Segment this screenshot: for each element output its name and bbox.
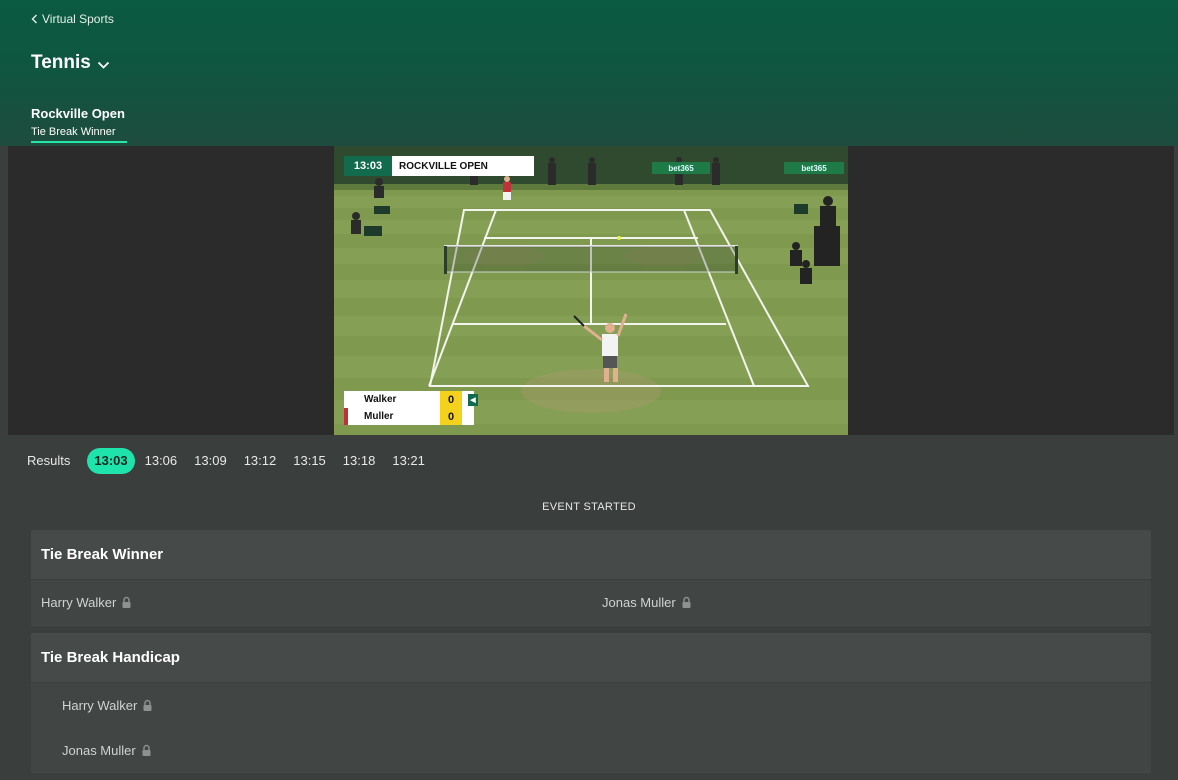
- time-tab[interactable]: 13:18: [336, 448, 383, 474]
- sponsor-board-left: bet365: [652, 162, 710, 174]
- active-tab-indicator: [31, 141, 127, 143]
- video-tournament-label: ROCKVILLE OPEN: [392, 156, 534, 176]
- scoreboard-player-score: 0: [440, 408, 462, 425]
- back-link-label: Virtual Sports: [42, 12, 114, 26]
- scoreboard-player-score: 0: [440, 391, 462, 408]
- video-clock: 13:03: [344, 156, 392, 176]
- chevron-left-icon: [31, 14, 37, 24]
- time-tab-active[interactable]: 13:03: [87, 447, 135, 474]
- lock-icon: [122, 596, 131, 608]
- event-name: Rockville Open: [31, 106, 125, 121]
- lock-icon: [682, 596, 691, 608]
- chevron-down-icon: [97, 61, 109, 69]
- serve-indicator-icon: ◀: [468, 394, 478, 406]
- sport-selector[interactable]: Tennis: [31, 52, 110, 74]
- market-tie-break-winner: Tie Break Winner Harry Walker Jonas Mull…: [31, 530, 1151, 626]
- market-selections: Harry Walker Jonas Muller: [31, 683, 1151, 772]
- selection-harry-walker[interactable]: Harry Walker: [41, 595, 132, 610]
- back-link[interactable]: Virtual Sports: [31, 11, 114, 27]
- time-tab[interactable]: 13:21: [385, 448, 432, 474]
- scoreboard-row: Walker 0 ◀: [344, 391, 478, 408]
- time-tab[interactable]: 13:12: [237, 448, 284, 474]
- market-title[interactable]: Tie Break Handicap: [31, 633, 1151, 683]
- selection-label: Harry Walker: [41, 595, 117, 610]
- lock-icon: [142, 744, 151, 756]
- video-scoreboard: Walker 0 ◀ Muller 0: [344, 391, 478, 425]
- scoreboard-row: Muller 0: [344, 408, 474, 425]
- time-tab[interactable]: 13:09: [187, 448, 234, 474]
- scoreboard-player-name: Walker: [364, 394, 397, 405]
- selection-label: Jonas Muller: [62, 743, 136, 758]
- selection-jonas-muller[interactable]: Jonas Muller: [62, 743, 152, 758]
- sport-title: Tennis: [31, 52, 91, 73]
- lock-icon: [143, 699, 152, 711]
- selection-jonas-muller[interactable]: Jonas Muller: [602, 595, 692, 610]
- page-header: Virtual Sports Tennis Rockville Open Tie…: [0, 0, 1178, 146]
- scoreboard-player-name: Muller: [364, 411, 394, 422]
- sponsor-board-right: bet365: [784, 162, 844, 174]
- market-title[interactable]: Tie Break Winner: [31, 530, 1151, 580]
- selection-label: Jonas Muller: [602, 595, 676, 610]
- event-status: EVENT STARTED: [542, 501, 636, 513]
- tab-results[interactable]: Results: [20, 448, 77, 474]
- selection-label: Harry Walker: [62, 698, 138, 713]
- market-selections: Harry Walker Jonas Muller: [31, 580, 1151, 625]
- video-player[interactable]: 13:03 ROCKVILLE OPEN bet365 bet365 Walke…: [334, 146, 848, 435]
- market-tie-break-handicap: Tie Break Handicap Harry Walker Jonas Mu…: [31, 633, 1151, 773]
- time-tab[interactable]: 13:06: [138, 448, 185, 474]
- time-tab[interactable]: 13:15: [286, 448, 333, 474]
- event-time-tabs: Results 13:03 13:06 13:09 13:12 13:15 13…: [20, 447, 435, 474]
- selection-harry-walker[interactable]: Harry Walker: [62, 698, 153, 713]
